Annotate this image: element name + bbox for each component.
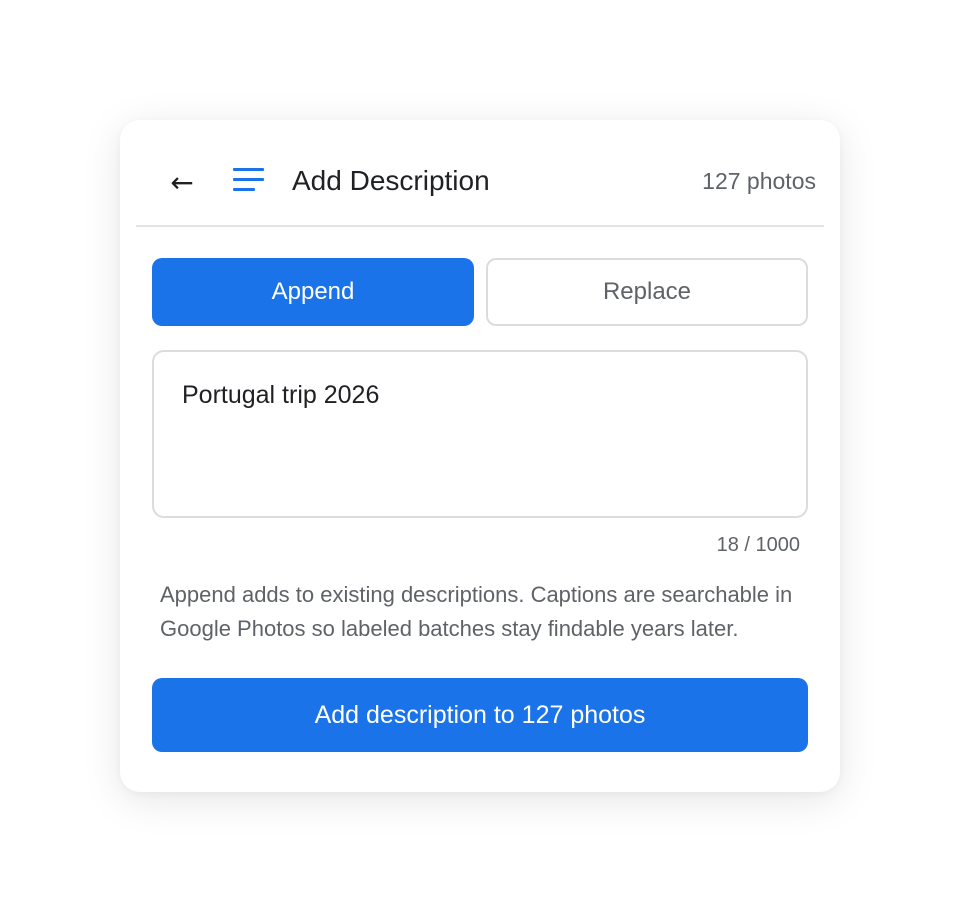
add-description-dialog: ← Add Description 127 photos Append Repl… [120, 120, 840, 792]
arrow-left-icon: ← [170, 165, 194, 199]
photo-count: 127 photos [702, 168, 816, 194]
dialog-title: Add Description [292, 165, 490, 196]
add-description-button[interactable]: Add description to 127 photos [152, 678, 808, 752]
append-mode-button[interactable]: Append [152, 258, 474, 326]
help-text: Append adds to existing descriptions. Ca… [160, 582, 793, 641]
dialog-header: ← Add Description 127 photos [136, 120, 824, 227]
character-count: 18 / 1000 [716, 534, 800, 556]
back-button[interactable]: ← [164, 164, 200, 200]
replace-mode-button[interactable]: Replace [486, 258, 808, 326]
notes-lines-icon [233, 168, 264, 191]
description-input[interactable]: Portugal trip 2026 [152, 350, 808, 518]
